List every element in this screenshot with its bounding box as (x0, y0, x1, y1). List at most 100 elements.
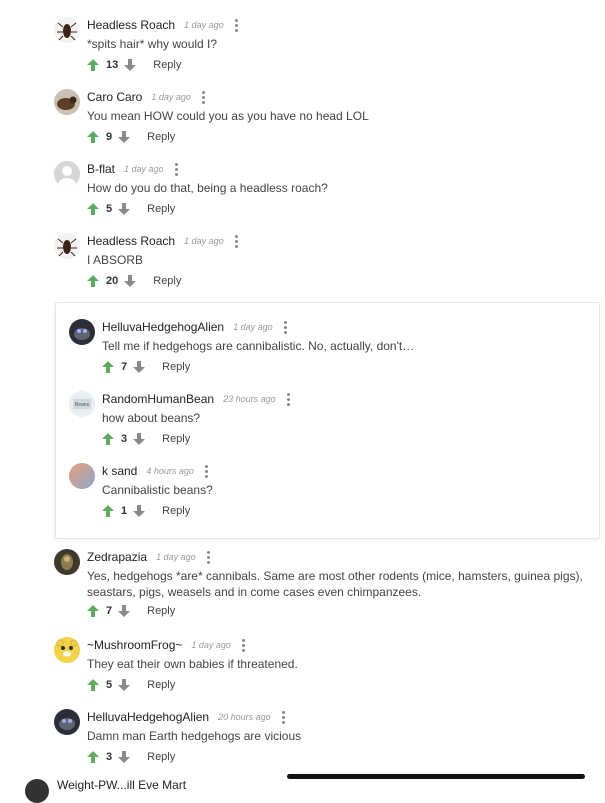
comment-header: RandomHumanBean 23 hours ago (102, 392, 290, 406)
more-options-icon[interactable] (241, 638, 245, 652)
svg-text:Beans: Beans (75, 402, 90, 408)
comment-text: Tell me if hedgehogs are cannibalistic. … (102, 339, 415, 353)
comment-author[interactable]: B-flat (87, 162, 115, 176)
comment-author[interactable]: k sand (102, 464, 137, 478)
default-avatar[interactable] (54, 161, 80, 187)
downvote-icon[interactable] (133, 361, 146, 373)
comment-header: HelluvaHedgehogAlien 20 hours ago (87, 710, 285, 724)
comment-author[interactable]: Zedrapazia (87, 550, 147, 564)
partial-comment-author: Weight-PW...ill Eve Mart (57, 778, 187, 792)
reply-button[interactable]: Reply (162, 505, 190, 517)
comment-header: Caro Caro 1 day ago (87, 90, 205, 104)
upvote-icon[interactable] (87, 59, 99, 71)
upvote-icon[interactable] (87, 679, 99, 691)
comment-text: You mean HOW could you as you have no he… (87, 109, 369, 123)
comment-author[interactable]: HelluvaHedgehogAlien (102, 320, 224, 334)
upvote-icon[interactable] (87, 275, 99, 287)
hedgehog-avatar[interactable] (54, 709, 80, 735)
comment-timestamp: 4 hours ago (146, 466, 194, 476)
reply-button[interactable]: Reply (147, 679, 175, 691)
comment-timestamp: 1 day ago (156, 552, 196, 562)
reply-button[interactable]: Reply (147, 203, 175, 215)
frog-avatar[interactable] (54, 637, 80, 663)
comment-text: I ABSORB (87, 253, 144, 267)
downvote-icon[interactable] (118, 605, 131, 617)
comment-author[interactable]: Caro Caro (87, 90, 142, 104)
comment-header: B-flat 1 day ago (87, 162, 178, 176)
comment-actions: 7 Reply (102, 361, 190, 373)
downvote-icon[interactable] (133, 505, 146, 517)
roach-avatar[interactable] (54, 233, 80, 259)
comment-header: k sand 4 hours ago (102, 464, 208, 478)
downvote-icon[interactable] (124, 59, 137, 71)
vote-count: 3 (121, 433, 128, 445)
bean-avatar[interactable]: Beans (69, 391, 95, 417)
vote-count: 5 (106, 203, 113, 215)
comment-author[interactable]: RandomHumanBean (102, 392, 214, 406)
comment-header: Headless Roach 1 day ago (87, 234, 238, 248)
comment-header: HelluvaHedgehogAlien 1 day ago (102, 320, 287, 334)
more-options-icon[interactable] (201, 90, 205, 104)
sand-avatar[interactable] (69, 463, 95, 489)
comment-actions: 1 Reply (102, 505, 190, 517)
comment-actions: 7 Reply (87, 605, 175, 617)
comment-timestamp: 1 day ago (124, 164, 164, 174)
reply-button[interactable]: Reply (162, 361, 190, 373)
vote-count: 7 (121, 361, 128, 373)
vote-count: 13 (106, 59, 119, 71)
vote-count: 7 (106, 605, 113, 617)
comment-timestamp: 1 day ago (151, 92, 191, 102)
downvote-icon[interactable] (118, 131, 131, 143)
more-options-icon[interactable] (206, 550, 210, 564)
vote-count: 20 (106, 275, 119, 287)
reply-button[interactable]: Reply (147, 131, 175, 143)
comment-actions: 20 Reply (87, 275, 181, 287)
reply-button[interactable]: Reply (162, 433, 190, 445)
roach-avatar[interactable] (54, 17, 80, 43)
hedgehog-avatar[interactable] (69, 319, 95, 345)
upvote-icon[interactable] (87, 203, 99, 215)
upvote-icon[interactable] (87, 131, 99, 143)
downvote-icon[interactable] (133, 433, 146, 445)
vote-count: 3 (106, 751, 113, 763)
reply-button[interactable]: Reply (153, 275, 181, 287)
upvote-icon[interactable] (87, 605, 99, 617)
downvote-icon[interactable] (124, 275, 137, 287)
more-options-icon[interactable] (283, 320, 287, 334)
comment-text: They eat their own babies if threatened. (87, 657, 298, 671)
comment-actions: 9 Reply (87, 131, 175, 143)
comment-timestamp: 1 day ago (191, 640, 231, 650)
comment-timestamp: 1 day ago (184, 236, 224, 246)
zedra-avatar[interactable] (54, 549, 80, 575)
comment-text: How do you do that, being a headless roa… (87, 181, 328, 195)
comment-author[interactable]: HelluvaHedgehogAlien (87, 710, 209, 724)
reply-button[interactable]: Reply (153, 59, 181, 71)
reply-button[interactable]: Reply (147, 605, 175, 617)
comment-timestamp: 1 day ago (184, 20, 224, 30)
reply-button[interactable]: Reply (147, 751, 175, 763)
upvote-icon[interactable] (87, 751, 99, 763)
vote-count: 1 (121, 505, 128, 517)
comment-text: Cannibalistic beans? (102, 483, 213, 497)
more-options-icon[interactable] (174, 162, 178, 176)
downvote-icon[interactable] (118, 203, 131, 215)
comment-author[interactable]: Headless Roach (87, 234, 175, 248)
more-options-icon[interactable] (286, 392, 290, 406)
more-options-icon[interactable] (234, 18, 238, 32)
comment-text: *spits hair* why would I? (87, 37, 218, 51)
more-options-icon[interactable] (204, 464, 208, 478)
comment-actions: 3 Reply (87, 751, 175, 763)
upvote-icon[interactable] (102, 361, 114, 373)
more-options-icon[interactable] (234, 234, 238, 248)
upvote-icon[interactable] (102, 505, 114, 517)
downvote-icon[interactable] (118, 751, 131, 763)
comment-author[interactable]: Headless Roach (87, 18, 175, 32)
vote-count: 5 (106, 679, 113, 691)
caro-avatar[interactable] (54, 89, 80, 115)
home-indicator[interactable] (287, 774, 585, 779)
upvote-icon[interactable] (102, 433, 114, 445)
comment-author[interactable]: ~MushroomFrog~ (87, 638, 182, 652)
more-options-icon[interactable] (281, 710, 285, 724)
comment-header: ~MushroomFrog~ 1 day ago (87, 638, 245, 652)
downvote-icon[interactable] (118, 679, 131, 691)
